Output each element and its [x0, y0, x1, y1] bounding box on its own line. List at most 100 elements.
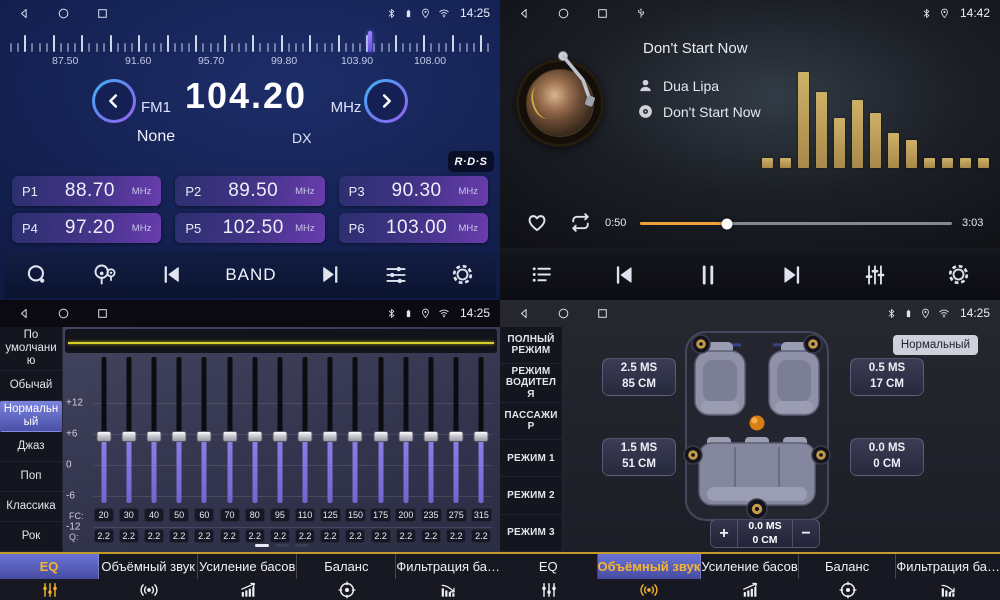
delay-rear-right[interactable]: 0.0 MS 0 CM — [850, 438, 924, 476]
slider-thumb[interactable] — [323, 431, 338, 442]
slider-thumb[interactable] — [146, 431, 161, 442]
preset-button-p6[interactable]: P6103.00MHz — [339, 213, 488, 243]
recents-icon[interactable] — [596, 307, 609, 320]
eq-band-slider-95[interactable] — [267, 355, 292, 505]
back-icon[interactable] — [18, 307, 31, 320]
decrease-delay-button[interactable]: − — [792, 520, 819, 547]
tab-0-eq-sliders[interactable]: EQ — [500, 554, 598, 600]
eq-band-slider-125[interactable] — [318, 355, 343, 505]
tab-1-surround[interactable]: Объёмный звук — [598, 554, 702, 600]
tab-3-balance[interactable]: Баланс — [799, 554, 897, 600]
listening-mode-item-5[interactable]: РЕЖИМ 3 — [500, 515, 562, 552]
slider-thumb[interactable] — [96, 431, 111, 442]
previous-station-icon[interactable] — [159, 262, 184, 287]
tab-4-filter[interactable]: Фильтрация ба… — [896, 554, 1000, 600]
eq-preset-item-1[interactable]: Обычай — [0, 371, 62, 401]
slider-thumb[interactable] — [474, 431, 489, 442]
recents-icon[interactable] — [96, 7, 109, 20]
tab-3-balance[interactable]: Баланс — [297, 554, 396, 600]
tab-4-filter[interactable]: Фильтрация ба… — [396, 554, 500, 600]
next-track-icon[interactable] — [779, 262, 805, 288]
back-icon[interactable] — [518, 307, 531, 320]
back-icon[interactable] — [18, 7, 31, 20]
slider-thumb[interactable] — [197, 431, 212, 442]
band-button[interactable]: BAND — [225, 265, 276, 285]
eq-preset-item-2[interactable]: Нормальный — [0, 401, 62, 432]
tab-2-bass-boost[interactable]: Усиление басов — [701, 554, 799, 600]
preset-button-p1[interactable]: P188.70MHz — [12, 176, 161, 206]
listening-mode-item-4[interactable]: РЕЖИМ 2 — [500, 477, 562, 514]
slider-thumb[interactable] — [172, 431, 187, 442]
eq-band-slider-70[interactable] — [217, 355, 242, 505]
tune-up-button[interactable] — [364, 79, 408, 123]
recents-icon[interactable] — [596, 7, 609, 20]
eq-band-slider-40[interactable] — [141, 355, 166, 505]
increase-delay-button[interactable]: + — [711, 520, 738, 547]
home-icon[interactable] — [557, 7, 570, 20]
listening-position-ball[interactable] — [750, 416, 765, 431]
dsp-broadcast-icon[interactable] — [91, 261, 118, 288]
eq-band-slider-110[interactable] — [293, 355, 318, 505]
eq-band-slider-315[interactable] — [469, 355, 494, 505]
listening-mode-item-1[interactable]: РЕЖИМ ВОДИТЕЛЯ — [500, 364, 562, 403]
slider-thumb[interactable] — [449, 431, 464, 442]
tune-down-button[interactable] — [92, 79, 136, 123]
slider-thumb[interactable] — [373, 431, 388, 442]
equalizer-sliders-icon[interactable] — [862, 262, 888, 288]
eq-band-slider-200[interactable] — [393, 355, 418, 505]
home-icon[interactable] — [57, 7, 70, 20]
playlist-icon[interactable] — [529, 262, 554, 287]
eq-band-slider-275[interactable] — [444, 355, 469, 505]
home-icon[interactable] — [557, 307, 570, 320]
favorite-heart-icon[interactable] — [524, 209, 550, 235]
eq-band-slider-175[interactable] — [368, 355, 393, 505]
eq-preset-item-4[interactable]: Поп — [0, 462, 62, 492]
slider-thumb[interactable] — [298, 431, 313, 442]
delay-front-left[interactable]: 2.5 MS 85 CM — [602, 358, 676, 396]
tuning-scale[interactable] — [10, 30, 490, 52]
eq-band-slider-150[interactable] — [343, 355, 368, 505]
eq-band-slider-30[interactable] — [116, 355, 141, 505]
recents-icon[interactable] — [96, 307, 109, 320]
tab-1-surround[interactable]: Объёмный звук — [99, 554, 198, 600]
slider-thumb[interactable] — [247, 431, 262, 442]
preset-button-p5[interactable]: P5102.50MHz — [175, 213, 324, 243]
seek-bar-thumb[interactable] — [722, 218, 733, 229]
slider-thumb[interactable] — [121, 431, 136, 442]
delay-rear-left[interactable]: 1.5 MS 51 CM — [602, 438, 676, 476]
home-icon[interactable] — [57, 307, 70, 320]
previous-track-icon[interactable] — [611, 262, 637, 288]
back-icon[interactable] — [518, 7, 531, 20]
tab-2-bass-boost[interactable]: Усиление басов — [198, 554, 297, 600]
delay-front-right[interactable]: 0.5 MS 17 CM — [850, 358, 924, 396]
slider-thumb[interactable] — [424, 431, 439, 442]
settings-gear-icon[interactable] — [946, 262, 971, 287]
tab-0-eq-sliders[interactable]: EQ — [0, 554, 99, 600]
sliders-icon[interactable] — [383, 262, 409, 288]
scan-icon[interactable] — [24, 262, 50, 288]
pause-icon[interactable] — [695, 262, 721, 288]
slider-thumb[interactable] — [272, 431, 287, 442]
eq-preset-item-0[interactable]: По умолчанию — [0, 327, 62, 371]
preset-button-p3[interactable]: P390.30MHz — [339, 176, 488, 206]
preset-button-p2[interactable]: P289.50MHz — [175, 176, 324, 206]
seek-bar[interactable] — [640, 222, 952, 225]
eq-band-slider-60[interactable] — [192, 355, 217, 505]
eq-band-slider-235[interactable] — [418, 355, 443, 505]
settings-gear-icon[interactable] — [450, 262, 475, 287]
eq-preset-item-6[interactable]: Рок — [0, 522, 62, 552]
listening-mode-item-3[interactable]: РЕЖИМ 1 — [500, 440, 562, 477]
eq-preset-item-5[interactable]: Классика — [0, 492, 62, 522]
eq-band-slider-20[interactable] — [91, 355, 116, 505]
profile-button[interactable]: Нормальный — [893, 335, 978, 355]
slider-thumb[interactable] — [348, 431, 363, 442]
listening-mode-item-2[interactable]: ПАССАЖИР — [500, 403, 562, 440]
eq-preset-item-3[interactable]: Джаз — [0, 432, 62, 462]
eq-band-slider-50[interactable] — [167, 355, 192, 505]
slider-thumb[interactable] — [222, 431, 237, 442]
listening-mode-item-0[interactable]: ПОЛНЫЙ РЕЖИМ — [500, 327, 562, 364]
repeat-icon[interactable] — [568, 210, 593, 235]
preset-button-p4[interactable]: P497.20MHz — [12, 213, 161, 243]
next-station-icon[interactable] — [318, 262, 343, 287]
slider-thumb[interactable] — [398, 431, 413, 442]
